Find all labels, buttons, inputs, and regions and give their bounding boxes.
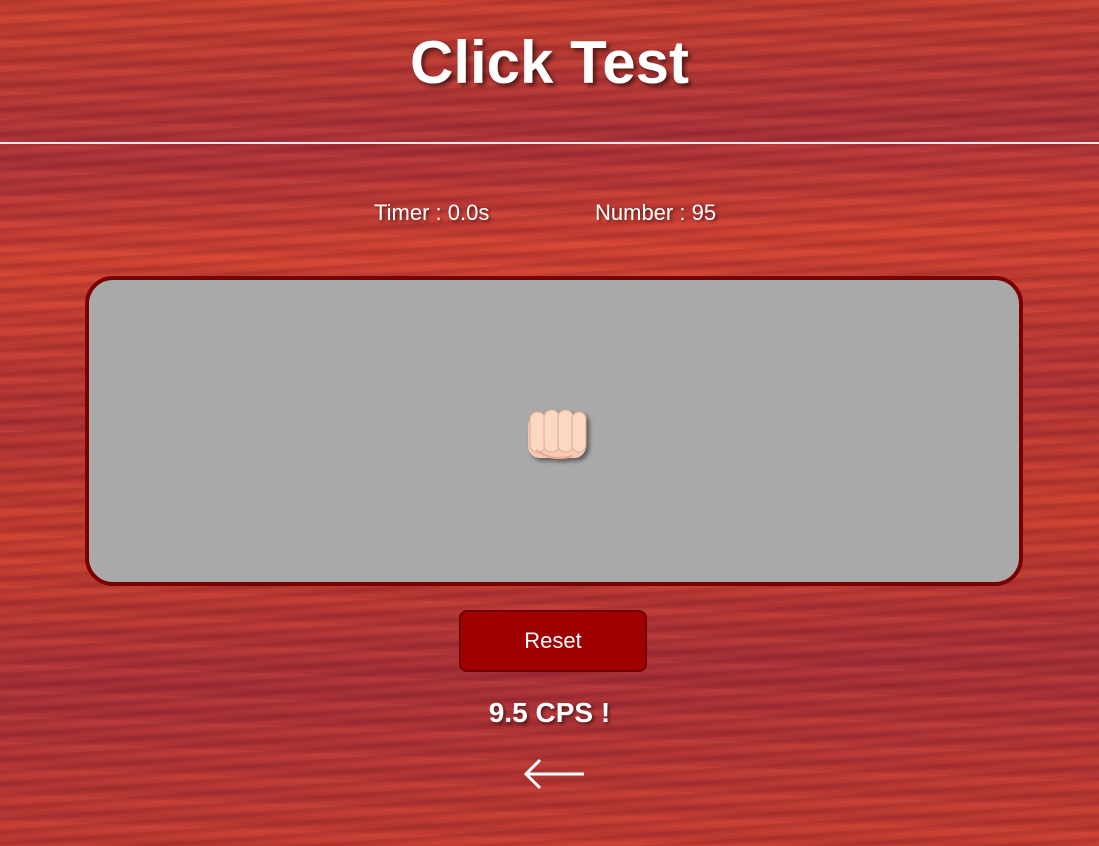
click-area[interactable] bbox=[85, 276, 1023, 586]
reset-button[interactable]: Reset bbox=[459, 610, 647, 672]
timer-display: Timer : 0.0s bbox=[374, 200, 490, 225]
left-arrow-icon[interactable] bbox=[520, 750, 588, 798]
page-header: Click Test bbox=[0, 0, 1099, 144]
cps-result: 9.5 CPS ! bbox=[488, 697, 611, 728]
stats-bar: Timer : 0.0s Number : 95 bbox=[0, 200, 1099, 230]
fist-icon bbox=[522, 404, 594, 468]
page-title: Click Test bbox=[410, 29, 689, 96]
click-count-display: Number : 95 bbox=[595, 200, 717, 225]
